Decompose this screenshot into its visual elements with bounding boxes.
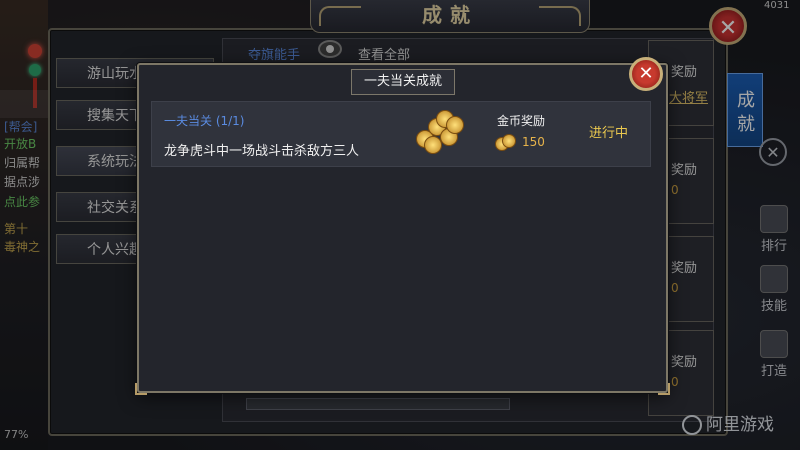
gold-coins-icon [410,108,464,154]
coin-icon [495,134,516,151]
modal-close-button[interactable]: ✕ [629,57,663,91]
reward-value: 150 [522,135,545,149]
corner-ornament-icon [135,383,147,395]
achievement-row[interactable]: 一夫当关 (1/1) 龙争虎斗中一场战斗击杀敌方三人 金币奖励 150 进行中 [151,101,651,167]
reward-label: 金币奖励 [497,114,546,128]
modal-title: 一夫当关成就 [351,69,455,95]
achievement-name: 一夫当关 (1/1) [164,114,245,128]
achievement-status: 进行中 [589,126,629,141]
corner-ornament-icon [658,383,670,395]
achievement-detail-modal: 一夫当关成就 ✕ 一夫当关 (1/1) 龙争虎斗中一场战斗击杀敌方三人 金币奖励… [135,57,670,395]
achievement-description: 龙争虎斗中一场战斗击杀敌方三人 [164,144,360,159]
